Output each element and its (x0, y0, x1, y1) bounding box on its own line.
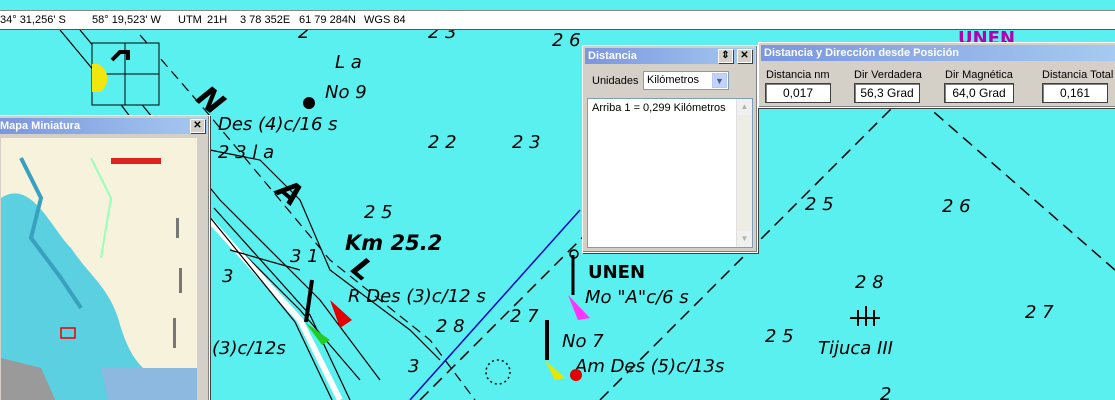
minimap-titlebar[interactable]: Mapa Miniatura ✕ (0, 118, 207, 134)
status-utm-zone: 21H (207, 14, 228, 26)
label-tijuca: Tijuca III (818, 338, 893, 359)
label-no9: No 9 (325, 82, 367, 103)
total-distance-field: 0,161 (1042, 83, 1108, 103)
label-no7: No 7 (562, 331, 604, 352)
compass-inset (91, 42, 160, 106)
minimap-graphic (1, 138, 197, 400)
sounding-3-bottom: 3 (408, 356, 419, 377)
sounding-28: 2 8 (436, 316, 465, 337)
label-mo: Mo "A"c/6 s (585, 287, 689, 308)
minimap-title: Mapa Miniatura (0, 120, 81, 132)
sounding-25b: 2 5 (765, 326, 794, 347)
bearing-titlebar[interactable]: Distancia y Dirección desde Posición (761, 45, 1115, 61)
col-magnetic-bearing-label: Dir Magnética (945, 69, 1013, 81)
scroll-up-icon[interactable]: ▲ (737, 99, 752, 115)
status-datum: WGS 84 (364, 14, 406, 26)
status-northing: 61 79 284N (299, 14, 356, 26)
units-select[interactable]: Kilómetros ▼ (643, 71, 729, 90)
buoy-no9-icon (303, 97, 315, 109)
sounding-26-top: 2 6 (552, 30, 581, 51)
label-3c12s: (3)c/12s (212, 338, 286, 359)
sounding-25a: 2 5 (364, 202, 393, 223)
distance-output-text: Arriba 1 = 0,299 Kilómetros (592, 102, 726, 114)
units-label: Unidades (592, 75, 639, 87)
sounding-23: 2 3 (512, 132, 541, 153)
sounding-2-bottom: 2 (880, 384, 891, 400)
chevron-down-icon[interactable]: ▼ (712, 73, 727, 88)
label-des4: Des (4)c/16 s (218, 114, 338, 135)
label-unen: UNEN (588, 262, 645, 283)
scroll-down-icon[interactable]: ▼ (737, 231, 752, 247)
distance-pin-button[interactable]: ⇕ (718, 49, 733, 63)
label-la: L a (335, 52, 362, 73)
distance-nm-field: 0,017 (765, 83, 831, 103)
col-true-bearing-label: Dir Verdadera (854, 69, 922, 81)
magnetic-bearing-field: 64,0 Grad (944, 83, 1014, 103)
minimap-view[interactable] (1, 138, 197, 400)
label-231a: 2 3 l a (218, 142, 274, 163)
sounding-31: 3 1 (290, 246, 319, 267)
distance-scrollbar[interactable]: ▲ ▼ (736, 99, 752, 247)
sounding-28b: 2 8 (855, 272, 884, 293)
label-amdes: Am Des (5)c/13s (574, 356, 724, 377)
minimap-window[interactable]: Mapa Miniatura ✕ (0, 115, 210, 400)
status-latitude: 34° 31,256' S (0, 14, 66, 26)
true-bearing-field: 56,3 Grad (854, 83, 920, 103)
sounding-3-left: 3 (222, 266, 233, 287)
label-rdes: R Des (3)c/12 s (348, 286, 486, 307)
distance-close-button[interactable]: ✕ (737, 49, 752, 63)
units-select-value: Kilómetros (647, 74, 699, 86)
sounding-27: 2 7 (510, 306, 539, 327)
status-bar: 34° 31,256' S 58° 19,523' W UTM 21H 3 78… (0, 10, 1115, 30)
status-easting: 3 78 352E (240, 14, 291, 26)
minimap-close-button[interactable]: ✕ (190, 119, 205, 133)
bearing-title: Distancia y Dirección desde Posición (764, 47, 960, 59)
label-km: Km 25.2 (345, 231, 442, 255)
sounding-25c: 2 5 (805, 194, 834, 215)
distance-output[interactable]: Arriba 1 = 0,299 Kilómetros ▲ ▼ (587, 98, 753, 248)
col-total-distance-label: Distancia Total (1042, 69, 1114, 81)
status-longitude: 58° 19,523' W (92, 14, 161, 26)
sounding-26: 2 6 (942, 196, 971, 217)
sounding-27b: 2 7 (1025, 302, 1054, 323)
sounding-22: 2 2 (428, 132, 457, 153)
distance-titlebar[interactable]: Distancia ⇕ ✕ (585, 48, 755, 64)
distance-title: Distancia (588, 50, 637, 62)
distance-window[interactable]: Distancia ⇕ ✕ Unidades Kilómetros ▼ Arri… (582, 45, 758, 253)
bearing-window[interactable]: Distancia y Dirección desde Posición Dis… (758, 42, 1115, 108)
status-utm-label: UTM (178, 14, 202, 26)
col-distance-nm-label: Distancia nm (766, 69, 830, 81)
